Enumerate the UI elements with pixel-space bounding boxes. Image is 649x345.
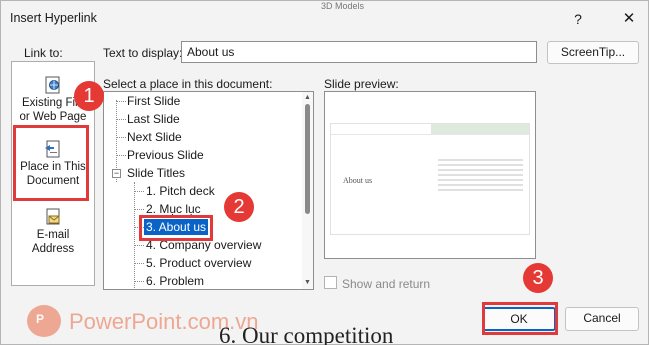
step-badge-1: 1: [74, 81, 104, 111]
slide-thumbnail: About us: [330, 123, 530, 235]
link-to-email-address[interactable]: E-mail Address: [12, 208, 94, 256]
tree-item-slide-5[interactable]: 5. Product overview: [146, 255, 251, 271]
tree-line: [134, 281, 144, 282]
tree-line: [134, 209, 144, 210]
tree-item-last-slide[interactable]: Last Slide: [127, 111, 180, 127]
tree-line: [116, 155, 126, 156]
tree-line: [134, 182, 135, 289]
watermark-logo-icon: P: [27, 305, 61, 337]
cancel-button[interactable]: Cancel: [565, 307, 639, 331]
tree-item-slide-1[interactable]: 1. Pitch deck: [146, 183, 215, 199]
collapse-toggle[interactable]: −: [112, 169, 121, 178]
callout-box-about-us: [139, 215, 213, 241]
show-and-return-label: Show and return: [342, 277, 431, 291]
select-place-label: Select a place in this document:: [103, 77, 273, 91]
slide-divider: [331, 134, 529, 135]
tree-item-next-slide[interactable]: Next Slide: [127, 129, 182, 145]
tree-item-slide-6[interactable]: 6. Problem: [146, 273, 204, 289]
tree-item-previous-slide[interactable]: Previous Slide: [127, 147, 204, 163]
tree-item-slide-titles[interactable]: Slide Titles: [127, 165, 185, 181]
slide-preview-panel: About us: [324, 91, 536, 259]
help-button[interactable]: ?: [566, 8, 590, 30]
callout-box-place-in-document: [13, 125, 89, 201]
text-to-display-input[interactable]: About us: [181, 41, 537, 63]
dialog-title: Insert Hyperlink: [10, 11, 97, 25]
tree-line: [116, 101, 126, 102]
email-icon: [43, 208, 63, 226]
text-to-display-label: Text to display:: [103, 46, 183, 60]
close-button[interactable]: ✕: [617, 8, 641, 30]
tree-line: [116, 119, 126, 120]
scroll-down-icon[interactable]: ▼: [302, 278, 313, 288]
existing-file-label-2: or Web Page: [19, 111, 87, 123]
scroll-thumb[interactable]: [305, 104, 310, 214]
globe-file-icon: [43, 76, 63, 94]
tree-line: [134, 191, 144, 192]
callout-box-ok: [482, 302, 558, 335]
show-and-return-checkbox[interactable]: [324, 276, 337, 289]
tree-line: [116, 137, 126, 138]
slide-title-text: About us: [343, 176, 373, 185]
tree-line: [134, 245, 144, 246]
background-slide-text: 6. Our competition: [219, 323, 394, 345]
screentip-button[interactable]: ScreenTip...: [547, 41, 639, 64]
document-places-tree: − First Slide Last Slide Next Slide Prev…: [103, 91, 314, 290]
email-label-2: Address: [31, 243, 75, 255]
email-label-1: E-mail: [36, 229, 70, 241]
background-ribbon-text: 3D Models: [321, 1, 365, 11]
link-to-label: Link to:: [24, 46, 63, 60]
tree-line: [134, 263, 144, 264]
step-badge-3: 3: [523, 263, 553, 293]
insert-hyperlink-dialog: Insert Hyperlink ? ✕ 3D Models Link to: …: [0, 0, 649, 345]
tree-scrollbar[interactable]: ▲ ▼: [302, 92, 313, 289]
tree-item-first-slide[interactable]: First Slide: [127, 93, 180, 109]
scroll-up-icon[interactable]: ▲: [302, 93, 313, 103]
step-badge-2: 2: [224, 192, 254, 222]
slide-body-text: [438, 159, 523, 194]
slide-preview-label: Slide preview:: [324, 77, 399, 91]
